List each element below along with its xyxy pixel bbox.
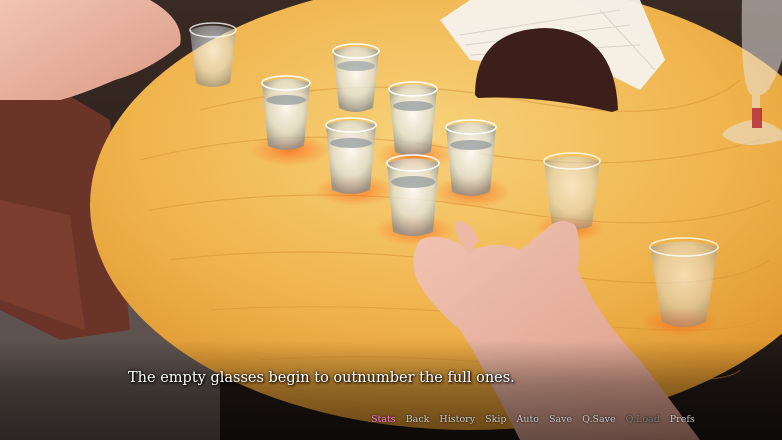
save-button[interactable]: Save [544, 414, 577, 428]
stats-button[interactable]: Stats [366, 414, 401, 428]
back-button[interactable]: Back [401, 414, 435, 428]
quick-save-button[interactable]: Q.Save [577, 414, 621, 428]
auto-button[interactable]: Auto [511, 414, 544, 428]
skip-button[interactable]: Skip [480, 414, 511, 428]
prefs-button[interactable]: Prefs [665, 414, 700, 428]
history-button[interactable]: History [434, 414, 480, 428]
quick-menu: Stats Back History Skip Auto Save Q.Save… [366, 414, 700, 428]
dialogue-text: The empty glasses begin to outnumber the… [128, 370, 515, 386]
quick-load-button[interactable]: Q.Load [621, 414, 665, 428]
